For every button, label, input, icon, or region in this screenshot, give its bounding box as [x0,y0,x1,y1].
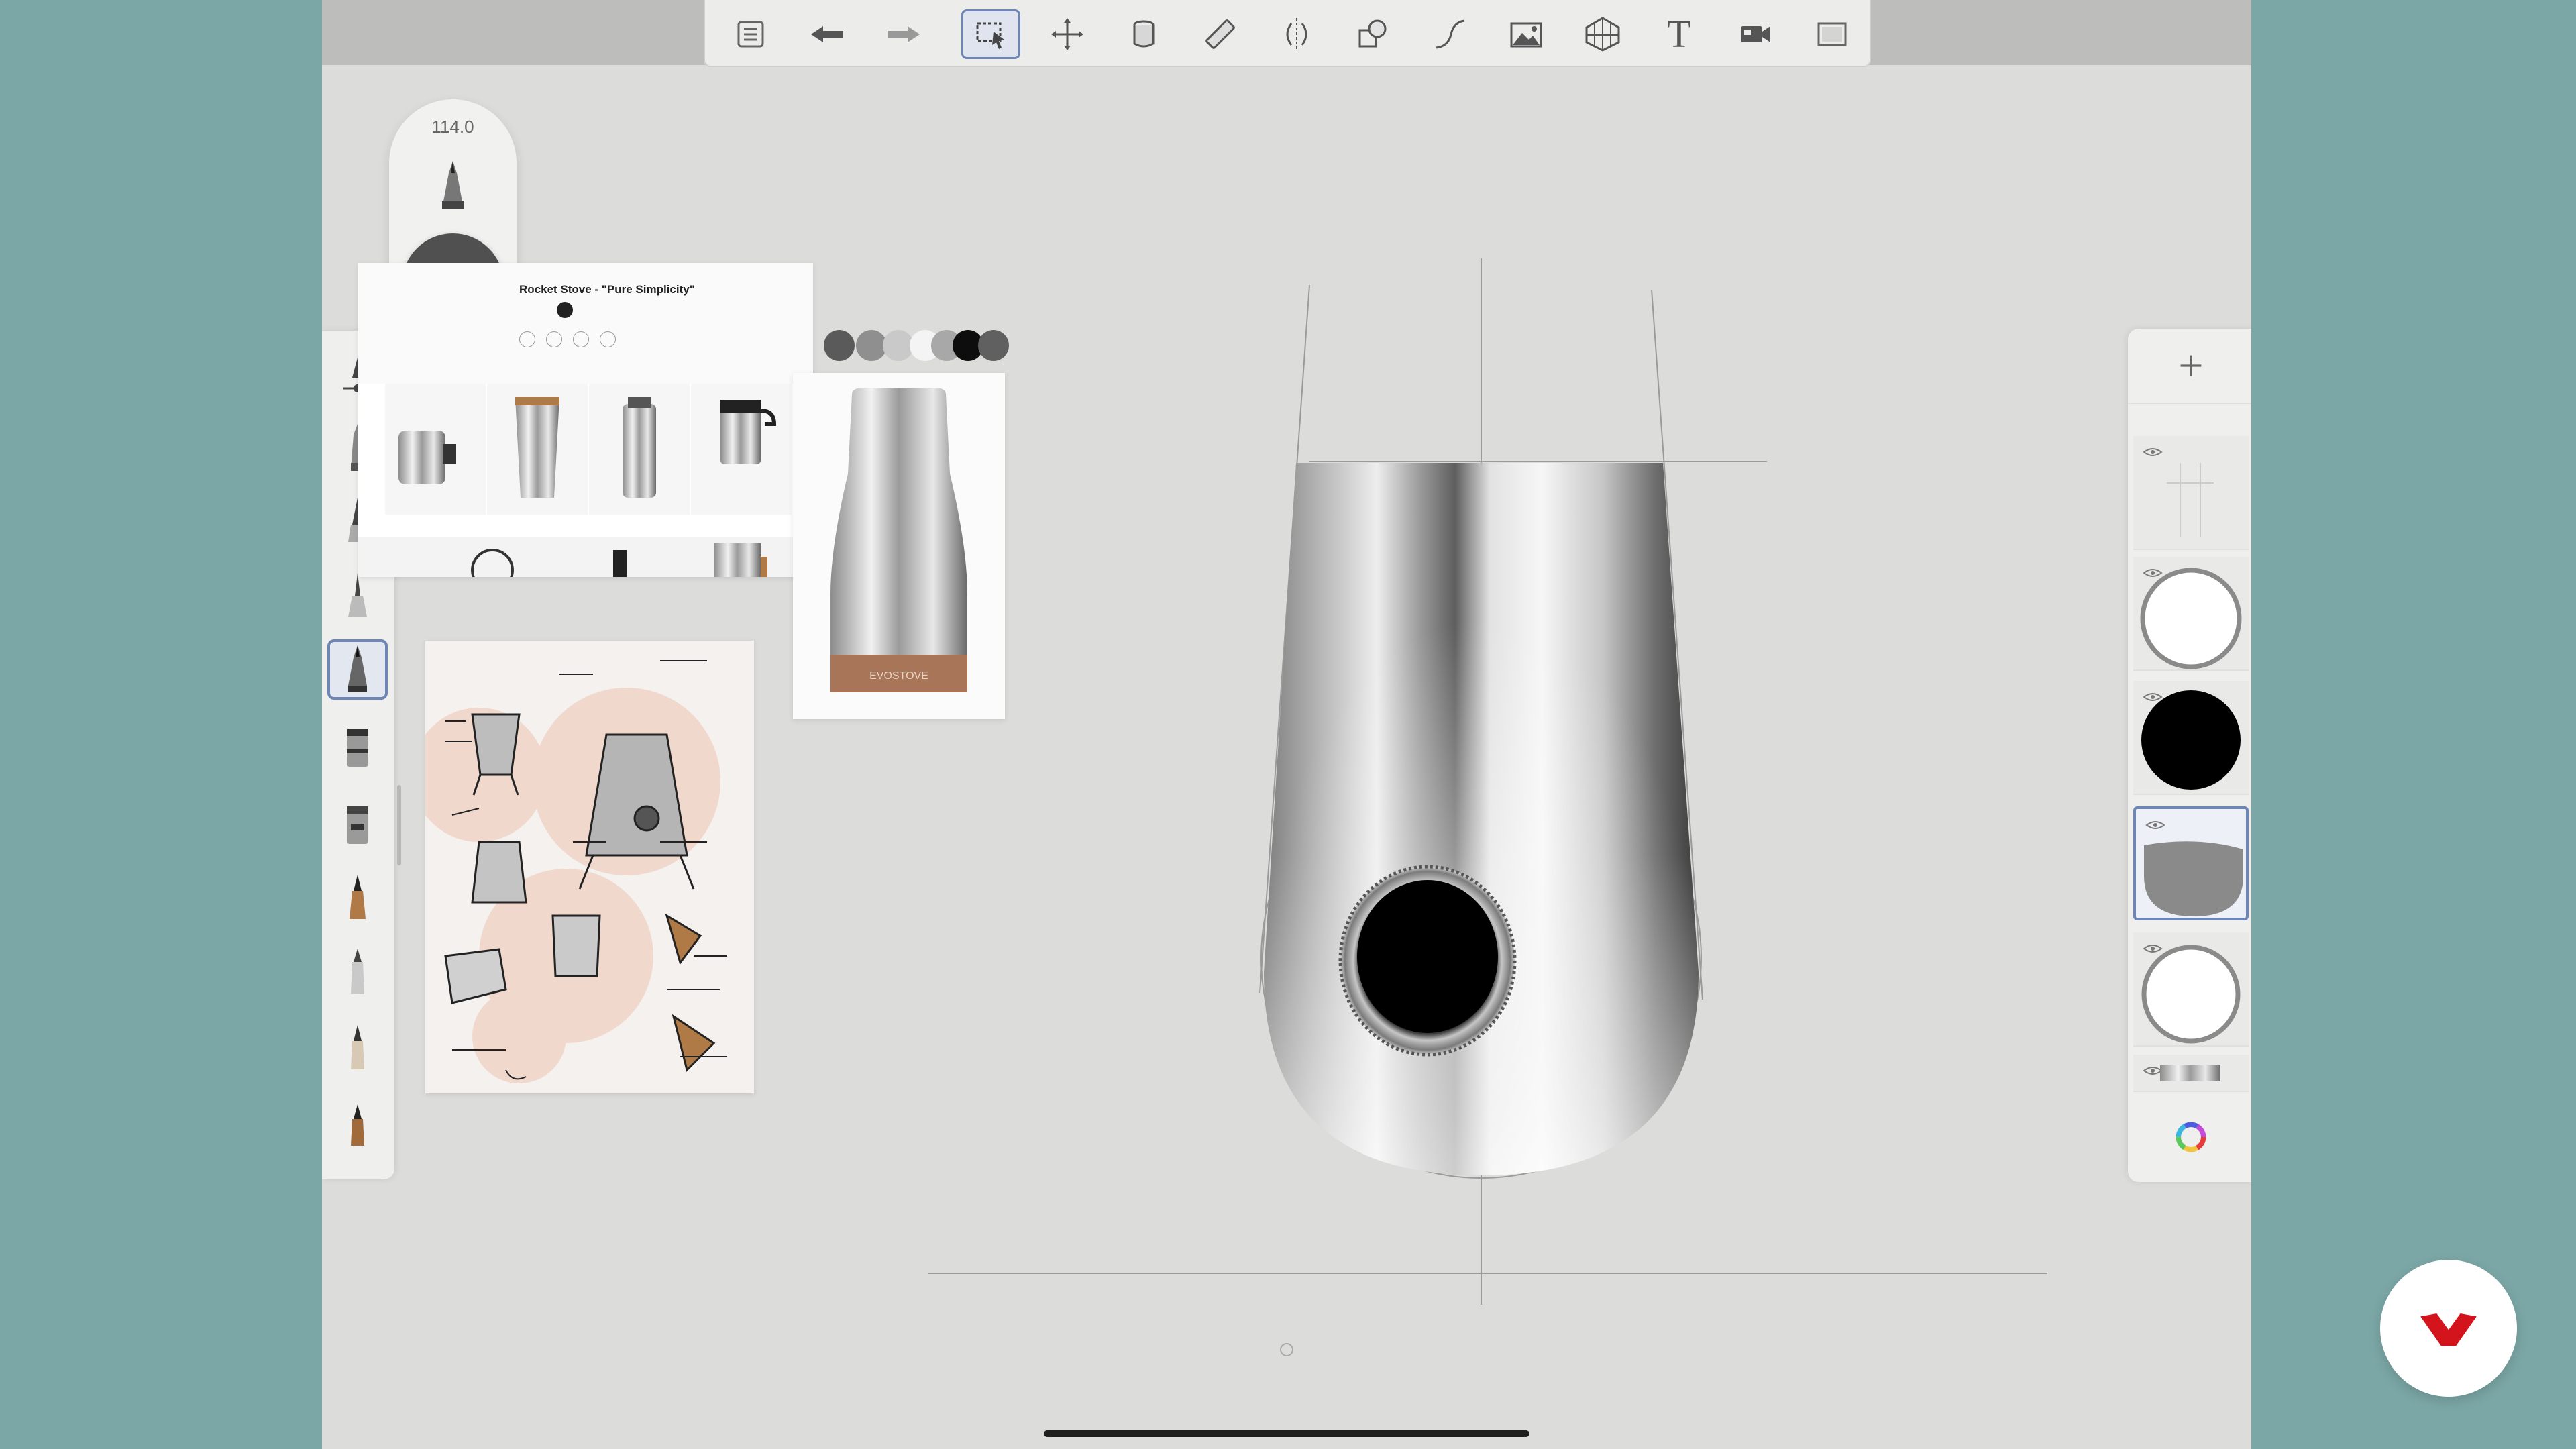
brush-copper[interactable] [327,867,388,928]
layer-circle-outline[interactable] [2133,557,2249,671]
brush-airbrush[interactable] [327,639,388,700]
product-cylinder-illustration: EVOSTOVE [830,388,967,692]
brush-library-scroll-handle[interactable] [397,785,401,865]
copper-pencil-icon [351,1104,364,1146]
layers-panel [2128,329,2251,1182]
layer-guides[interactable] [2133,436,2249,550]
home-indicator[interactable] [1044,1430,1529,1437]
reference-thumbnail-row [358,537,813,577]
blender-brush-icon [347,806,368,844]
color-wheel-button[interactable] [2128,1092,2251,1182]
reference-thumbnail [691,384,794,515]
brush-copper-pencil[interactable] [327,1094,388,1155]
brush-wide-marker[interactable] [327,716,388,777]
brush-blender[interactable] [327,794,388,854]
pencil-brush-icon [351,949,364,994]
reference-webpage-header: Rocket Stove - "Pure Simplicity" [358,263,813,384]
red-v-logo-icon [2420,1313,2477,1346]
brush-fine-pencil[interactable] [327,1018,388,1078]
feed-hole [1338,865,1517,1057]
airbrush-icon [348,645,367,692]
palette-color-1[interactable] [824,330,855,361]
reference-product-photo[interactable]: EVOSTOVE [793,373,1005,719]
wide-marker-icon [347,729,368,767]
metal-body-rendering [1264,463,1699,1175]
layer-black-fill[interactable] [2133,681,2249,795]
copper-brush-icon [350,875,366,919]
layer-gradient-body[interactable] [2133,806,2249,920]
brush-size-value: 114.0 [431,117,474,137]
brand-logo [2380,1260,2517,1397]
add-layer-button[interactable] [2128,329,2251,404]
plus-icon [2180,355,2202,376]
layer-metal-strip[interactable] [2133,1055,2249,1092]
brush-pencil[interactable] [327,943,388,1003]
reference-thumbnail [589,384,692,515]
ballpoint-pen-icon [348,573,367,617]
layer-ring[interactable] [2133,932,2249,1046]
concept-sketches-drawing [425,660,727,1083]
reference-webpage-title: Rocket Stove - "Pure Simplicity" [519,283,695,296]
fine-pencil-icon [351,1025,364,1069]
airbrush-preview-icon [442,161,464,209]
reference-webpage-image[interactable]: Rocket Stove - "Pure Simplicity" [358,263,813,577]
color-wheel-icon [2176,1122,2206,1152]
pan-indicator-icon [1280,1343,1293,1356]
reference-thumbnail [385,384,488,515]
palette-color-7[interactable] [978,330,1009,361]
reference-sketch-sheet[interactable] [425,641,754,1093]
reference-thumbnail [487,384,590,515]
app-window: T 114.0 Rocket Stove - "Pure Simplicity"… [322,0,2251,1449]
product-brand-label: EVOSTOVE [869,670,928,682]
